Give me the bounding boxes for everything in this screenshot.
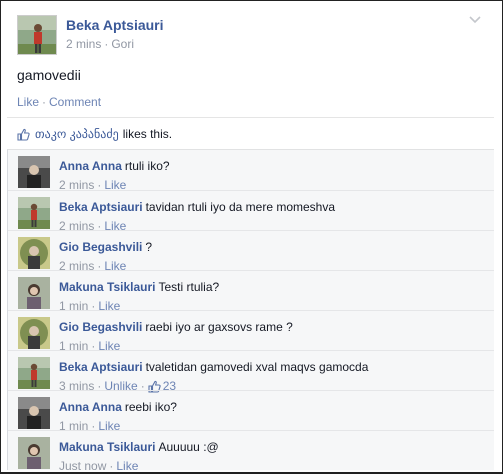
comment-text: tvaletidan gamovedi xval maqvs gamocda [145,360,369,374]
comment-author[interactable]: Anna Anna [59,159,122,173]
comment-author[interactable]: Beka Aptsiauri [59,360,143,374]
action-separator: · [42,95,47,109]
comments-list: Anna Anna rtuli iko? 2 mins · Like Beka Apt… [7,149,494,472]
comment: Gio Begashvili raebi iyo ar gaxsovs rame … [8,310,494,353]
commenter-avatar[interactable] [18,357,50,389]
author-avatar[interactable] [17,15,57,55]
comment-text: Testi rtulia? [158,280,220,294]
comment: Makuna Tsiklauri Auuuuu :@ Just now · Like [8,430,494,472]
commenter-avatar[interactable] [18,277,50,309]
post-location[interactable]: Gori [111,37,134,51]
likes-suffix: likes this. [122,127,173,141]
meta-separator: · [104,37,109,51]
commenter-avatar[interactable] [18,317,50,349]
divider [7,117,494,118]
liker-name[interactable]: თაკო კაპანაძე [35,127,119,141]
post-time[interactable]: 2 mins [66,37,101,51]
comment: Anna Anna reebi iko? 1 min · Like [8,390,494,433]
comment-author[interactable]: Makuna Tsiklauri [59,440,155,454]
post-text: gamovedii [17,67,81,83]
post-comment-link[interactable]: Comment [49,95,101,109]
comment-author[interactable]: Makuna Tsiklauri [59,280,155,294]
commenter-avatar[interactable] [18,237,50,269]
comment-author[interactable]: Anna Anna [59,400,122,414]
likes-summary: თაკო კაპანაძე likes this. [17,127,172,141]
comment: Beka Aptsiauri tavidan rtuli iyo da mere … [8,190,494,233]
comment-author[interactable]: Beka Aptsiauri [59,200,143,214]
post-meta: 2 mins · Gori [66,35,164,53]
comment-like-link[interactable]: Like [116,458,138,472]
comment: Beka Aptsiauri tvaletidan gamovedi xval m… [8,350,494,393]
commenter-avatar[interactable] [18,156,50,188]
commenter-avatar[interactable] [18,397,50,429]
comment: Gio Begashvili? 2 mins · Like [8,230,494,273]
comment-author[interactable]: Gio Begashvili [59,320,142,334]
chevron-down-icon[interactable] [468,15,482,25]
post-like-link[interactable]: Like [17,95,39,109]
comment-text: reebi iko? [124,400,177,414]
post-header: Beka Aptsiauri 2 mins · Gori [17,15,164,55]
comment-text: Auuuuu :@ [158,440,219,454]
comment-text: ? [145,240,153,254]
comment-text: raebi iyo ar gaxsovs rame ? [145,320,293,334]
meta-separator: · [109,459,114,473]
thumbs-up-icon [17,128,30,141]
post-author-name[interactable]: Beka Aptsiauri [66,16,164,34]
comment-text: rtuli iko? [124,159,170,173]
comment: Anna Anna rtuli iko? 2 mins · Like [8,150,494,192]
post-actions: Like · Comment [17,95,101,109]
comment-time[interactable]: Just now [59,458,106,472]
comment-text: tavidan rtuli iyo da mere momeshva [145,200,336,214]
commenter-avatar[interactable] [18,197,50,229]
post-card: Beka Aptsiauri 2 mins · Gori gamovedii Lik… [0,0,503,474]
comment-author[interactable]: Gio Begashvili [59,240,142,254]
commenter-avatar[interactable] [18,437,50,469]
comment: Makuna Tsiklauri Testi rtulia? 1 min · Like [8,270,494,313]
